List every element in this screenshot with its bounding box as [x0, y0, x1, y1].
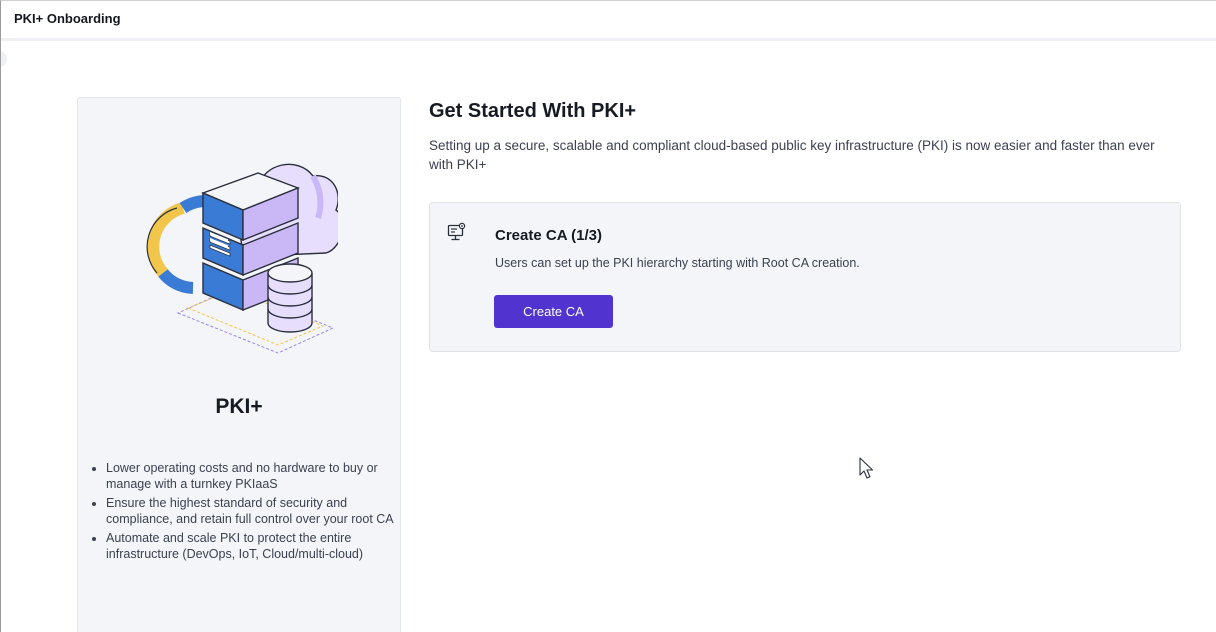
- main-description: Setting up a secure, scalable and compli…: [429, 138, 1155, 172]
- step-description: Users can set up the PKI hierarchy start…: [495, 256, 860, 270]
- page-title: PKI+ Onboarding: [14, 11, 121, 26]
- create-ca-step-card: Create CA (1/3) Users can set up the PKI…: [429, 202, 1181, 352]
- main-title: Get Started With PKI+: [429, 100, 637, 122]
- product-name: PKI+: [215, 395, 263, 418]
- sidebar-collapse-handle[interactable]: [1, 51, 7, 67]
- mouse-pointer-icon: [859, 457, 874, 479]
- feature-item: Ensure the highest standard of security …: [106, 495, 406, 527]
- feature-item: Lower operating costs and no hardware to…: [106, 460, 406, 492]
- monitor-settings-icon: [447, 222, 466, 241]
- step-title: Create CA (1/3): [495, 227, 602, 244]
- top-bar: PKI+ Onboarding: [1, 1, 1216, 41]
- create-ca-button[interactable]: Create CA: [494, 295, 613, 328]
- onboarding-window: PKI+ Onboarding PKI+ • Lower operating c…: [0, 0, 1216, 632]
- server-cloud-database-illustration-icon: [146, 163, 338, 354]
- product-info-panel: PKI+ Lower operating costs and no hardwa…: [77, 97, 401, 632]
- feature-item: Automate and scale PKI to protect the en…: [106, 530, 406, 562]
- feature-list: Lower operating costs and no hardware to…: [90, 460, 406, 565]
